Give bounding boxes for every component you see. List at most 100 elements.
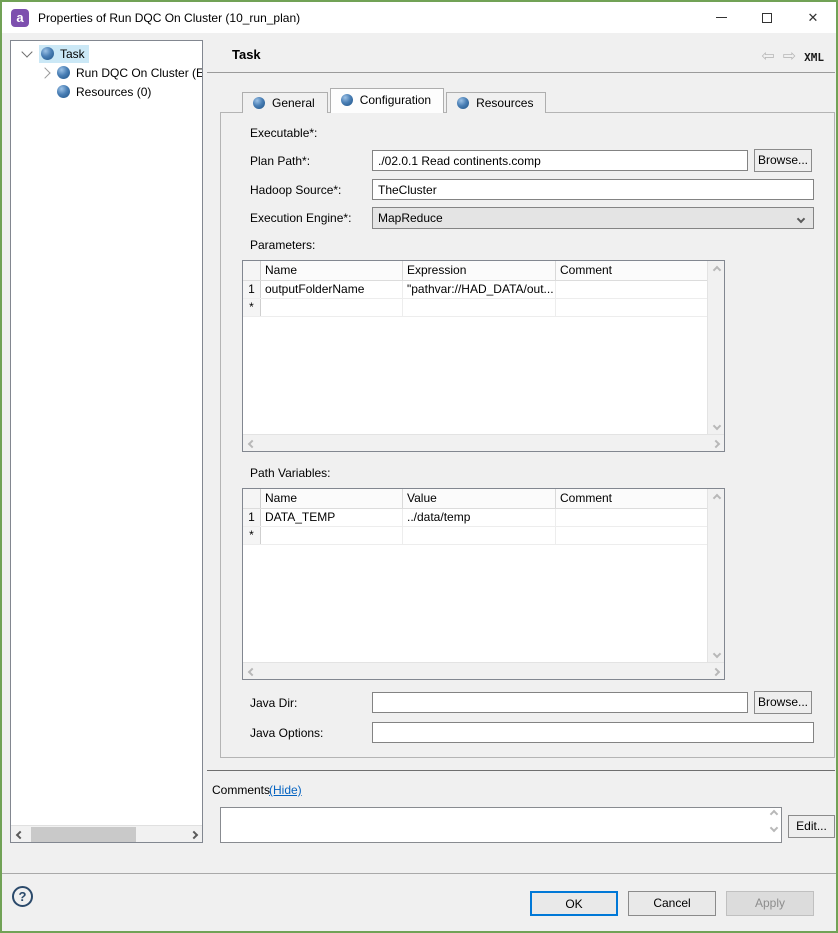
column-header-comment[interactable]: Comment <box>556 489 709 508</box>
cell-value[interactable]: ../data/temp <box>403 509 556 526</box>
table-header-row: Name Value Comment <box>243 489 724 509</box>
java-dir-input[interactable] <box>372 692 748 713</box>
cell-name[interactable]: outputFolderName <box>261 281 403 298</box>
window-title: Properties of Run DQC On Cluster (10_run… <box>38 11 300 25</box>
path-variables-table: Name Value Comment 1 DATA_TEMP ../data/t… <box>242 488 725 680</box>
java-options-input[interactable] <box>372 722 814 743</box>
cell-name[interactable] <box>261 527 403 544</box>
tree-item-task[interactable]: Task <box>11 44 202 63</box>
execution-engine-select[interactable]: MapReduce <box>372 207 814 229</box>
xml-button[interactable]: XML <box>804 51 824 64</box>
table-header-row: Name Expression Comment <box>243 261 724 281</box>
tab-bar: General Configuration Resources <box>242 88 548 113</box>
scroll-left-icon[interactable] <box>243 435 260 452</box>
scroll-down-icon[interactable] <box>708 417 725 434</box>
table-row-new[interactable]: * <box>243 299 724 317</box>
parameters-table: Name Expression Comment 1 outputFolderNa… <box>242 260 725 452</box>
horizontal-scrollbar[interactable] <box>243 434 724 451</box>
header-divider <box>207 72 835 73</box>
comments-divider <box>207 770 835 771</box>
scroll-down-icon[interactable] <box>770 824 778 832</box>
scroll-up-icon[interactable] <box>770 810 778 818</box>
tree-item-label: Resources (0) <box>76 85 151 99</box>
properties-dialog: a Properties of Run DQC On Cluster (10_r… <box>0 0 838 933</box>
minimize-icon <box>716 17 727 18</box>
forward-arrow-icon[interactable]: ⇨ <box>783 49 796 65</box>
maximize-button[interactable] <box>744 2 790 33</box>
cell-comment[interactable] <box>556 299 709 316</box>
scroll-down-icon[interactable] <box>708 645 725 662</box>
tab-resources[interactable]: Resources <box>446 92 546 113</box>
tree-horizontal-scrollbar[interactable] <box>11 825 202 842</box>
java-dir-browse-button[interactable]: Browse... <box>754 691 812 714</box>
tab-configuration[interactable]: Configuration <box>330 88 444 113</box>
scroll-left-icon[interactable] <box>11 826 28 843</box>
scroll-right-icon[interactable] <box>185 826 202 843</box>
hadoop-source-input[interactable] <box>372 179 814 200</box>
parameters-label: Parameters: <box>250 238 315 252</box>
tree-item-resources[interactable]: Resources (0) <box>11 82 202 101</box>
column-header-expression[interactable]: Expression <box>403 261 556 280</box>
row-number: * <box>243 299 261 316</box>
row-number: 1 <box>243 509 261 526</box>
table-row[interactable]: 1 DATA_TEMP ../data/temp <box>243 509 724 527</box>
vertical-scrollbar[interactable] <box>707 261 724 434</box>
tree-item-run-dqc[interactable]: Run DQC On Cluster (Ewl <box>11 63 202 82</box>
table-row-new[interactable]: * <box>243 527 724 545</box>
cancel-button[interactable]: Cancel <box>628 891 716 916</box>
column-header-name[interactable]: Name <box>261 489 403 508</box>
cell-name[interactable] <box>261 299 403 316</box>
chevron-down-icon[interactable] <box>21 46 32 57</box>
executable-label: Executable*: <box>250 126 317 140</box>
horizontal-scrollbar[interactable] <box>243 662 724 679</box>
cell-comment[interactable] <box>556 281 709 298</box>
column-header-value[interactable]: Value <box>403 489 556 508</box>
path-variables-label: Path Variables: <box>250 466 331 480</box>
execution-engine-label: Execution Engine*: <box>250 211 351 225</box>
row-number: * <box>243 527 261 544</box>
java-options-label: Java Options: <box>250 726 323 740</box>
comments-label: Comments <box>212 783 270 797</box>
plan-path-label: Plan Path*: <box>250 154 310 168</box>
column-header-name[interactable]: Name <box>261 261 403 280</box>
scroll-right-icon[interactable] <box>707 435 724 452</box>
app-icon[interactable]: a <box>11 9 29 27</box>
node-icon <box>57 66 70 79</box>
plan-path-input[interactable] <box>372 150 748 171</box>
cell-value[interactable] <box>403 527 556 544</box>
column-header-comment[interactable]: Comment <box>556 261 709 280</box>
cell-name[interactable]: DATA_TEMP <box>261 509 403 526</box>
node-icon <box>41 47 54 60</box>
scroll-left-icon[interactable] <box>243 663 260 680</box>
java-dir-label: Java Dir: <box>250 696 297 710</box>
hide-comments-link[interactable]: (Hide) <box>269 783 302 797</box>
help-button[interactable]: ? <box>12 886 33 907</box>
cell-comment[interactable] <box>556 509 709 526</box>
plan-path-browse-button[interactable]: Browse... <box>754 149 812 172</box>
tree-item-label: Run DQC On Cluster (Ewl <box>76 66 202 80</box>
table-row[interactable]: 1 outputFolderName "pathvar://HAD_DATA/o… <box>243 281 724 299</box>
row-number-header[interactable] <box>243 261 261 280</box>
ok-button[interactable]: OK <box>530 891 618 916</box>
back-arrow-icon[interactable]: ⇦ <box>761 49 774 65</box>
cell-expression[interactable] <box>403 299 556 316</box>
scrollbar-thumb[interactable] <box>31 827 136 842</box>
minimize-button[interactable] <box>698 2 744 33</box>
task-tree-panel: Task Run DQC On Cluster (Ewl Resources (… <box>10 40 203 843</box>
chevron-right-icon[interactable] <box>39 67 50 78</box>
scroll-up-icon[interactable] <box>708 489 725 506</box>
row-number: 1 <box>243 281 261 298</box>
cell-expression[interactable]: "pathvar://HAD_DATA/out... <box>403 281 556 298</box>
node-icon <box>57 85 70 98</box>
vertical-scrollbar[interactable] <box>707 489 724 662</box>
close-button[interactable]: ✕ <box>790 2 836 33</box>
scroll-up-icon[interactable] <box>708 261 725 278</box>
edit-comments-button[interactable]: Edit... <box>788 815 835 838</box>
scroll-right-icon[interactable] <box>707 663 724 680</box>
row-number-header[interactable] <box>243 489 261 508</box>
tab-general[interactable]: General <box>242 92 328 113</box>
page-title: Task <box>232 47 261 62</box>
cell-comment[interactable] <box>556 527 709 544</box>
apply-button[interactable]: Apply <box>726 891 814 916</box>
comments-textarea[interactable] <box>220 807 782 843</box>
